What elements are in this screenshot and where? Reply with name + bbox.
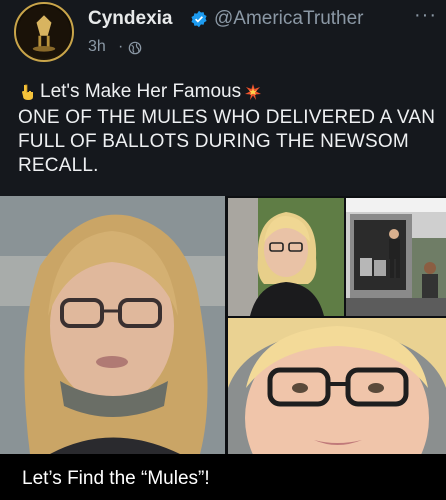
collision-emoji-icon [245,84,262,100]
timestamp[interactable]: 3h [88,38,106,56]
tweet-header: Cyndexia @AmericaTruther ··· 3h · [0,0,446,62]
media-caption: Let’s Find the “Mules”! [22,468,210,489]
handle[interactable]: @AmericaTruther [214,8,364,30]
separator-dot: · [118,38,124,55]
photo-woman-face-zoom[interactable] [228,318,446,454]
tweet-text: Let's Make Her Famous ONE OF THE MULES W… [18,80,438,178]
pointing-down-emoji-icon [22,84,33,100]
tweet-line1: Let's Make Her Famous [40,81,242,102]
globe-icon [128,41,142,55]
tweet-media[interactable]: Let’s Find the “Mules”! [0,196,446,500]
verified-badge-icon [191,10,207,28]
avatar[interactable] [14,2,74,62]
display-name[interactable]: Cyndexia [88,8,172,30]
photo-van-loading[interactable] [346,198,446,316]
tweet-body: ONE OF THE MULES WHO DELIVERED A VAN FUL… [18,107,436,176]
photo-woman-closeup[interactable] [0,196,225,454]
photo-woman-portrait[interactable] [228,198,344,316]
more-icon[interactable]: ··· [414,4,437,27]
media-caption-bar: Let’s Find the “Mules”! [0,454,446,500]
